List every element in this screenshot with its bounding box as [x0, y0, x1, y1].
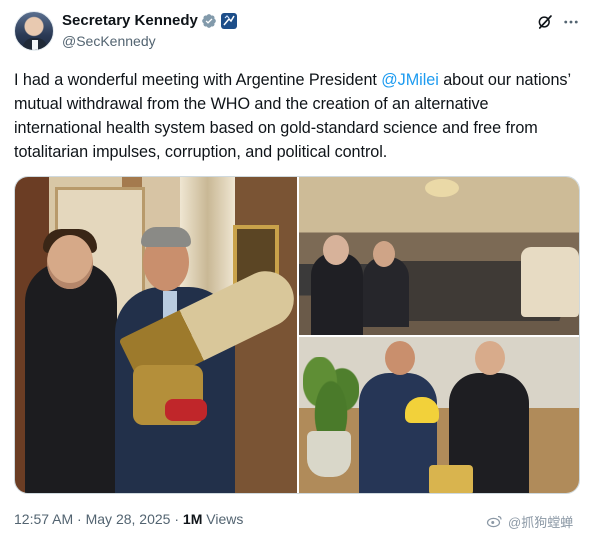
separator: · [73, 511, 86, 527]
head [373, 241, 395, 267]
views-label: Views [202, 511, 244, 527]
head [385, 341, 415, 375]
gold-table [429, 465, 473, 493]
mention-link[interactable]: @JMilei [381, 71, 439, 89]
watermark-text: @抓狗螳蝉 [508, 515, 574, 530]
author-handle[interactable]: @SecKennedy [62, 33, 156, 49]
head [475, 341, 505, 375]
author-display-name[interactable]: Secretary Kennedy [62, 12, 198, 29]
photo-hat[interactable] [299, 337, 579, 493]
tweet-time[interactable]: 12:57 AM [14, 511, 73, 527]
government-affiliation-icon[interactable] [221, 13, 237, 29]
avatar-shirt [32, 40, 38, 50]
yellow-hat [405, 397, 439, 423]
more-icon[interactable] [562, 13, 580, 31]
head [47, 235, 93, 289]
tweet-timestamp[interactable]: 12:57 AM · May 28, 2025 · 1M Views [14, 511, 243, 527]
seated-person [363, 257, 409, 327]
person-left [25, 262, 117, 493]
verified-badge-icon [202, 14, 216, 28]
photo-chainsaw[interactable] [15, 177, 297, 493]
grok-icon[interactable] [536, 13, 554, 31]
separator: · [170, 511, 183, 527]
tweet-text-part-1: I had a wonderful meeting with Argentine… [14, 71, 382, 89]
chainsaw-handle [165, 399, 207, 421]
author-avatar[interactable] [14, 11, 54, 51]
views-count: 1M [182, 511, 203, 527]
weibo-icon [486, 515, 502, 528]
hair [141, 227, 191, 247]
plant-pot [307, 431, 351, 477]
plant [303, 357, 359, 439]
tweet-date[interactable]: May 28, 2025 [86, 511, 171, 527]
chandelier [425, 179, 459, 197]
armchair [521, 247, 579, 317]
head [323, 235, 349, 265]
seated-person [311, 253, 363, 335]
person-left [359, 373, 437, 493]
tweet-text: I had a wonderful meeting with Argentine… [14, 68, 580, 164]
media-grid [14, 176, 580, 494]
photo-meeting-table[interactable] [299, 177, 579, 335]
